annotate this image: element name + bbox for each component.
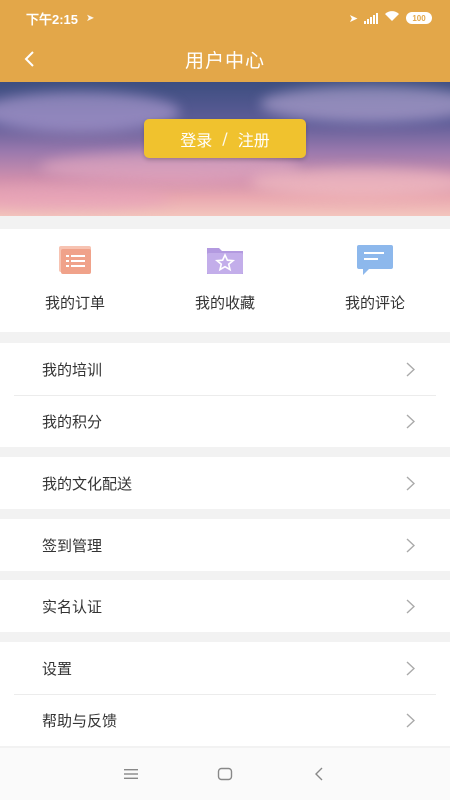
location-arrow-icon: ➤ bbox=[348, 11, 358, 25]
status-bar: 下午2:15 ➤ ➤ 100 bbox=[0, 0, 450, 36]
menu-item-culture-delivery[interactable]: 我的文化配送 bbox=[0, 457, 450, 509]
menu-group-checkin: 签到管理 bbox=[0, 519, 450, 571]
menu-item-points[interactable]: 我的积分 bbox=[0, 395, 450, 447]
location-arrow-icon: ➤ bbox=[86, 12, 95, 24]
quick-label: 我的收藏 bbox=[194, 294, 255, 312]
app-header: 下午2:15 ➤ ➤ 100 用户中心 bbox=[0, 0, 450, 82]
comment-bubble-icon bbox=[355, 243, 395, 277]
menu-item-label: 设置 bbox=[42, 659, 73, 678]
chevron-right-icon bbox=[406, 598, 416, 614]
menu-icon bbox=[124, 769, 138, 779]
menu-group-culture: 我的文化配送 bbox=[0, 457, 450, 509]
chevron-left-icon bbox=[24, 51, 34, 67]
profile-banner: 登录 / 注册 bbox=[0, 82, 450, 216]
login-register-button[interactable]: 登录 / 注册 bbox=[144, 119, 306, 158]
menu-item-label: 我的积分 bbox=[42, 412, 103, 431]
back-triangle-icon bbox=[315, 767, 323, 781]
page-title: 用户中心 bbox=[184, 49, 265, 72]
quick-actions: 我的订单 我的收藏 我的评论 bbox=[0, 229, 450, 332]
menu-item-label: 签到管理 bbox=[42, 536, 103, 555]
menu-item-label: 我的文化配送 bbox=[42, 474, 133, 493]
menu-item-checkin[interactable]: 签到管理 bbox=[0, 519, 450, 571]
menu-item-label: 我的培训 bbox=[42, 360, 103, 379]
status-indicators: ➤ 100 bbox=[349, 10, 432, 26]
chevron-right-icon bbox=[406, 712, 416, 728]
login-separator: / bbox=[222, 129, 228, 148]
wifi-icon bbox=[384, 10, 400, 26]
order-list-icon bbox=[57, 243, 93, 277]
menu-button[interactable] bbox=[120, 763, 142, 785]
chevron-right-icon bbox=[406, 660, 416, 676]
menu-item-help-feedback[interactable]: 帮助与反馈 bbox=[0, 694, 450, 746]
my-comments-button[interactable]: 我的评论 bbox=[300, 229, 450, 332]
menu-group-settings: 设置 帮助与反馈 bbox=[0, 642, 450, 746]
menu-item-settings[interactable]: 设置 bbox=[0, 642, 450, 694]
my-favorites-button[interactable]: 我的收藏 bbox=[150, 229, 300, 332]
chevron-right-icon bbox=[406, 361, 416, 377]
battery-icon: 100 bbox=[406, 12, 432, 24]
quick-label: 我的订单 bbox=[44, 294, 105, 312]
quick-label: 我的评论 bbox=[344, 294, 405, 312]
home-button[interactable] bbox=[214, 763, 236, 785]
menu-item-label: 帮助与反馈 bbox=[42, 711, 118, 730]
home-square-icon bbox=[217, 767, 233, 781]
menu-group-verify: 实名认证 bbox=[0, 580, 450, 632]
chevron-right-icon bbox=[406, 413, 416, 429]
cell-signal-icon bbox=[364, 12, 378, 24]
nav-bar: 用户中心 bbox=[0, 36, 450, 82]
login-label[interactable]: 登录 bbox=[180, 127, 212, 151]
my-orders-button[interactable]: 我的订单 bbox=[0, 229, 150, 332]
menu-item-real-name-verify[interactable]: 实名认证 bbox=[0, 580, 450, 632]
register-label[interactable]: 注册 bbox=[238, 127, 270, 151]
status-time: 下午2:15 bbox=[26, 11, 79, 27]
menu-item-training[interactable]: 我的培训 bbox=[0, 343, 450, 395]
chevron-right-icon bbox=[406, 537, 416, 553]
system-back-button[interactable] bbox=[308, 763, 330, 785]
favorite-folder-icon bbox=[205, 243, 245, 277]
menu-group-training: 我的培训 我的积分 bbox=[0, 343, 450, 447]
chevron-right-icon bbox=[406, 475, 416, 491]
menu-item-label: 实名认证 bbox=[42, 597, 103, 616]
system-nav-bar bbox=[0, 748, 450, 800]
back-button[interactable] bbox=[14, 44, 44, 74]
